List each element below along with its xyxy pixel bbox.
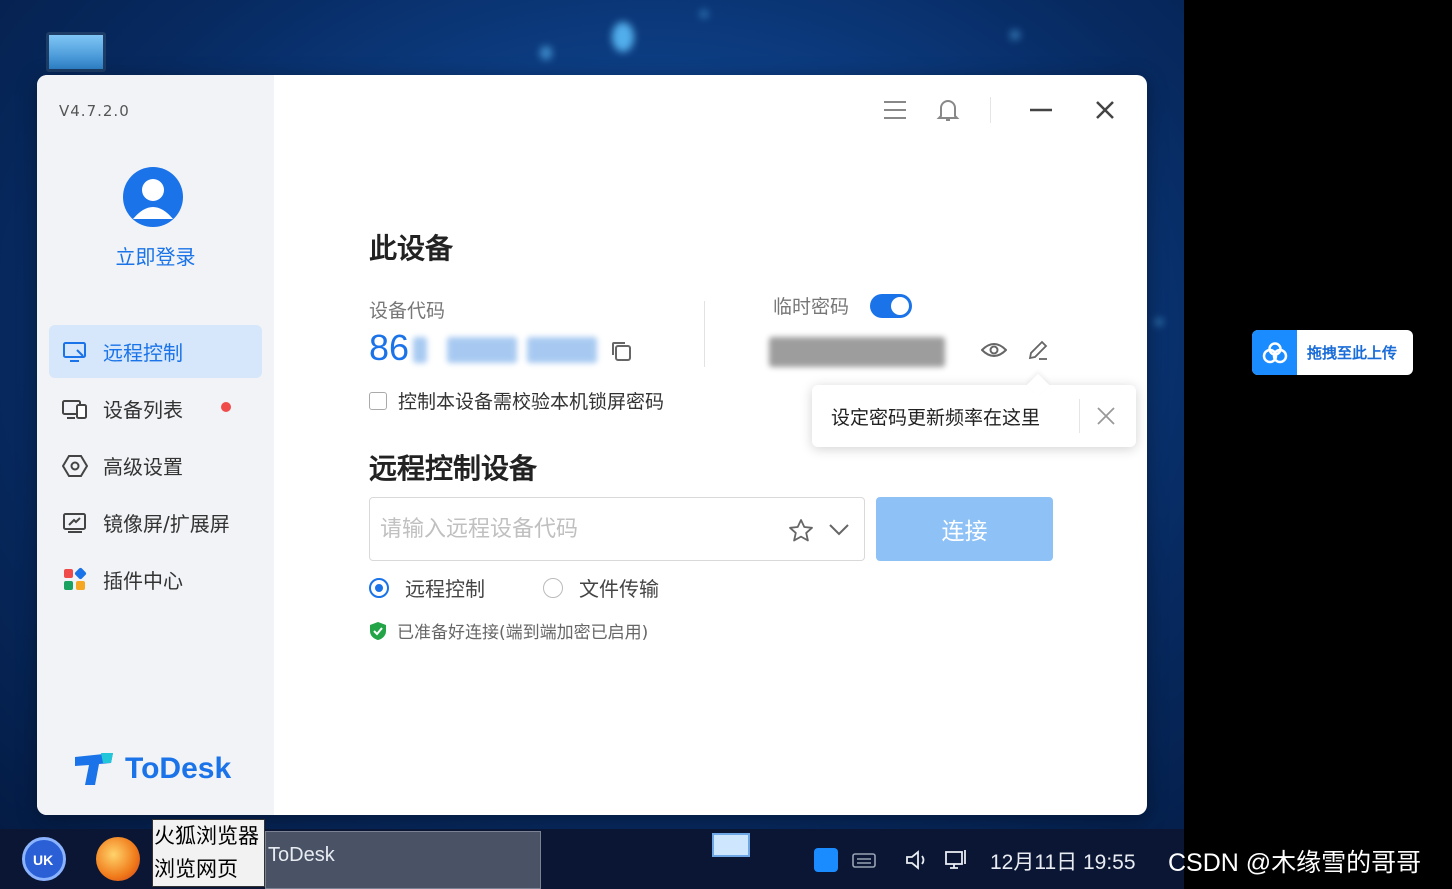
redacted-code bbox=[413, 337, 427, 363]
lock-screen-option[interactable]: 控制本设备需校验本机锁屏密码 bbox=[369, 387, 664, 414]
keyboard-icon[interactable] bbox=[852, 851, 876, 873]
edit-pencil-icon[interactable] bbox=[1027, 339, 1049, 365]
sidebar-item-label: 镜像屏/扩展屏 bbox=[103, 512, 230, 536]
todesk-tray-icon[interactable] bbox=[814, 848, 838, 872]
outside-area bbox=[1184, 0, 1452, 889]
sidebar-item-advanced-settings[interactable]: 高级设置 bbox=[49, 439, 262, 492]
settings-hex-icon bbox=[61, 452, 89, 480]
lock-screen-checkbox-label: 控制本设备需校验本机锁屏密码 bbox=[398, 391, 665, 413]
screen-mirror-icon bbox=[61, 509, 89, 537]
show-desktop-icon[interactable] bbox=[712, 833, 750, 857]
sidebar-item-plugin-center[interactable]: 插件中心 bbox=[49, 553, 262, 606]
redacted-code bbox=[527, 337, 597, 363]
status-text: 已准备好连接(端到端加密已启用) bbox=[397, 623, 649, 643]
toolbar-divider bbox=[990, 97, 991, 123]
start-menu-icon[interactable]: UK bbox=[22, 837, 66, 881]
section-divider bbox=[704, 301, 705, 367]
connection-status: 已准备好连接(端到端加密已启用) bbox=[369, 618, 648, 643]
mode-label: 文件传输 bbox=[579, 577, 659, 601]
temp-password-label: 临时密码 bbox=[773, 296, 850, 318]
sidebar-item-label: 设备列表 bbox=[103, 398, 183, 422]
mode-label: 远程控制 bbox=[405, 577, 485, 601]
close-button[interactable] bbox=[1090, 95, 1120, 125]
remote-code-field bbox=[369, 497, 865, 561]
sidebar-item-label: 远程控制 bbox=[103, 341, 183, 365]
taskbar-window-title: ToDesk bbox=[268, 844, 335, 866]
remote-code-input[interactable] bbox=[370, 516, 770, 542]
device-code-value: 86 bbox=[369, 327, 410, 368]
svg-text:UK: UK bbox=[33, 852, 53, 868]
mode-remote-control[interactable]: 远程控制 bbox=[369, 573, 485, 602]
tooltip-text: 设定密码更新频率在这里 bbox=[831, 406, 1041, 429]
radio-remote-control[interactable] bbox=[369, 577, 389, 598]
sidebar-item-remote-control[interactable]: 远程控制 bbox=[49, 325, 262, 378]
desktop-computer-icon[interactable] bbox=[46, 32, 106, 72]
sidebar-nav: 远程控制 设备列表 高级设置 镜像屏/扩展屏 插件中心 bbox=[49, 325, 262, 610]
notification-badge bbox=[221, 402, 231, 412]
redacted-password bbox=[769, 337, 945, 367]
network-icon[interactable] bbox=[944, 848, 970, 876]
radio-file-transfer[interactable] bbox=[543, 577, 563, 598]
remote-control-title: 远程控制设备 bbox=[369, 452, 538, 485]
logo-text: ToDesk bbox=[125, 752, 232, 785]
cloud-upload-icon bbox=[1252, 330, 1297, 375]
device-code-label: 设备代码 bbox=[369, 300, 446, 322]
copy-icon[interactable] bbox=[609, 339, 633, 367]
tooltip-arrow bbox=[1026, 373, 1050, 397]
shield-check-icon bbox=[369, 621, 387, 641]
chevron-down-icon[interactable] bbox=[828, 522, 850, 541]
connect-button[interactable]: 连接 bbox=[876, 497, 1053, 561]
device-list-icon bbox=[61, 395, 89, 423]
sidebar-item-screen-mirror[interactable]: 镜像屏/扩展屏 bbox=[49, 496, 262, 549]
minimize-button[interactable] bbox=[1026, 95, 1056, 125]
login-link[interactable]: 立即登录 bbox=[37, 241, 274, 270]
sidebar-item-label: 高级设置 bbox=[103, 455, 183, 479]
plugin-grid-icon bbox=[61, 566, 89, 594]
monitor-remote-icon bbox=[61, 338, 89, 366]
password-frequency-tooltip: 设定密码更新频率在这里 bbox=[812, 373, 1136, 447]
watermark-text: CSDN @木缘雪的哥哥 bbox=[1168, 849, 1422, 877]
firefox-tooltip: 火狐浏览器 浏览网页 bbox=[152, 819, 265, 887]
sidebar-item-device-list[interactable]: 设备列表 bbox=[49, 382, 262, 435]
firefox-icon[interactable] bbox=[96, 837, 140, 881]
volume-icon[interactable] bbox=[904, 848, 930, 876]
tooltip-divider bbox=[1079, 399, 1080, 433]
star-icon[interactable] bbox=[788, 518, 814, 548]
mode-file-transfer[interactable]: 文件传输 bbox=[543, 573, 659, 602]
sidebar: V4.7.2.0 立即登录 远程控制 设备列表 高级设置 镜像屏/扩展屏 插件中… bbox=[37, 75, 274, 815]
temp-password-toggle[interactable] bbox=[870, 294, 912, 318]
avatar-icon[interactable] bbox=[123, 167, 183, 227]
redacted-code bbox=[447, 337, 517, 363]
bell-icon[interactable] bbox=[933, 95, 963, 125]
eye-icon[interactable] bbox=[980, 340, 1008, 364]
taskbar-clock[interactable]: 12月11日 19:55 bbox=[990, 846, 1136, 876]
version-label: V4.7.2.0 bbox=[59, 102, 130, 120]
tooltip-line-2: 浏览网页 bbox=[154, 857, 238, 881]
todesk-window: V4.7.2.0 立即登录 远程控制 设备列表 高级设置 镜像屏/扩展屏 插件中… bbox=[37, 75, 1147, 815]
sidebar-item-label: 插件中心 bbox=[103, 569, 183, 593]
menu-icon[interactable] bbox=[880, 95, 910, 125]
upload-label: 拖拽至此上传 bbox=[1307, 344, 1398, 362]
drag-upload-widget[interactable]: 拖拽至此上传 bbox=[1252, 330, 1413, 375]
lock-screen-checkbox[interactable] bbox=[369, 391, 387, 410]
this-device-title: 此设备 bbox=[369, 232, 454, 265]
tooltip-line-1: 火狐浏览器 bbox=[154, 824, 259, 848]
tooltip-close-icon[interactable] bbox=[1094, 404, 1118, 428]
todesk-logo: ToDesk bbox=[73, 751, 231, 787]
taskbar-window-todesk[interactable]: ToDesk bbox=[265, 831, 541, 889]
